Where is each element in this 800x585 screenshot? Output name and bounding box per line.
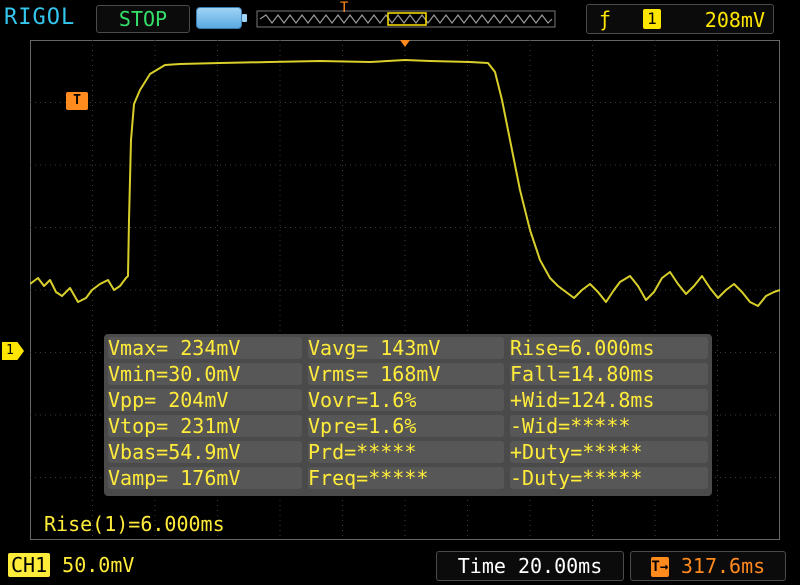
- measurement-cell: Fall=14.80ms: [510, 363, 708, 385]
- measurement-cell: Vrms= 168mV: [308, 363, 504, 385]
- measurement-cell: -Duty=*****: [510, 467, 708, 489]
- channel1-scale[interactable]: CH1 50.0mV: [8, 553, 134, 577]
- timebase-setting[interactable]: Time 20.00ms: [436, 551, 624, 581]
- measurement-cell: -Wid=*****: [510, 415, 708, 437]
- rise-time-readout: Rise(1)=6.000ms: [44, 512, 225, 536]
- trigger-level-flag: T: [66, 92, 88, 110]
- measurement-cell: Vbas=54.9mV: [108, 441, 302, 463]
- trigger-source-badge: 1: [643, 9, 661, 29]
- measurement-cell: Prd=*****: [308, 441, 504, 463]
- measurement-cell: Vpp= 204mV: [108, 389, 302, 411]
- measurement-cell: Vmax= 234mV: [108, 337, 302, 359]
- measurement-cell: Vtop= 231mV: [108, 415, 302, 437]
- trigger-position-marker: T: [340, 0, 349, 16]
- trigger-level: 208mV: [704, 8, 765, 32]
- measurement-cell: +Duty=*****: [510, 441, 708, 463]
- measurement-cell: Vpre=1.6%: [308, 415, 504, 437]
- measurement-cell: Vamp= 176mV: [108, 467, 302, 489]
- channel1-trace: [30, 59, 780, 307]
- trigger-offset-value: 317.6ms: [680, 554, 766, 578]
- measurement-cell: Rise=6.000ms: [510, 337, 708, 359]
- bottom-status-bar: CH1 50.0mV Time 20.00ms T→ 317.6ms: [0, 548, 800, 585]
- brand-label: RIGOL: [4, 5, 76, 30]
- measurement-cell: +Wid=124.8ms: [510, 389, 708, 411]
- top-status-bar: RIGOL STOP T ƒ 1 208mV: [0, 0, 800, 36]
- trigger-settings[interactable]: ƒ 1 208mV: [586, 4, 774, 34]
- waveform-position-bar[interactable]: [256, 10, 556, 28]
- trigger-offset[interactable]: T→ 317.6ms: [630, 551, 786, 581]
- measurement-cell: Vovr=1.6%: [308, 389, 504, 411]
- measurement-cell: Vmin=30.0mV: [108, 363, 302, 385]
- trigger-offset-icon: T→: [650, 557, 669, 577]
- measurement-cell: Vavg= 143mV: [308, 337, 504, 359]
- measurement-panel: Vmax= 234mV Vmin=30.0mV Vpp= 204mV Vtop=…: [104, 334, 712, 496]
- run-stop-status[interactable]: STOP: [96, 5, 190, 33]
- channel1-volts-per-div: 50.0mV: [62, 553, 135, 577]
- measurement-cell: Freq=*****: [308, 467, 504, 489]
- memory-depth-icon: [196, 7, 247, 29]
- channel1-offset-marker[interactable]: 1: [2, 342, 24, 360]
- rising-edge-icon: ƒ: [599, 7, 612, 31]
- channel1-badge: CH1: [8, 553, 51, 577]
